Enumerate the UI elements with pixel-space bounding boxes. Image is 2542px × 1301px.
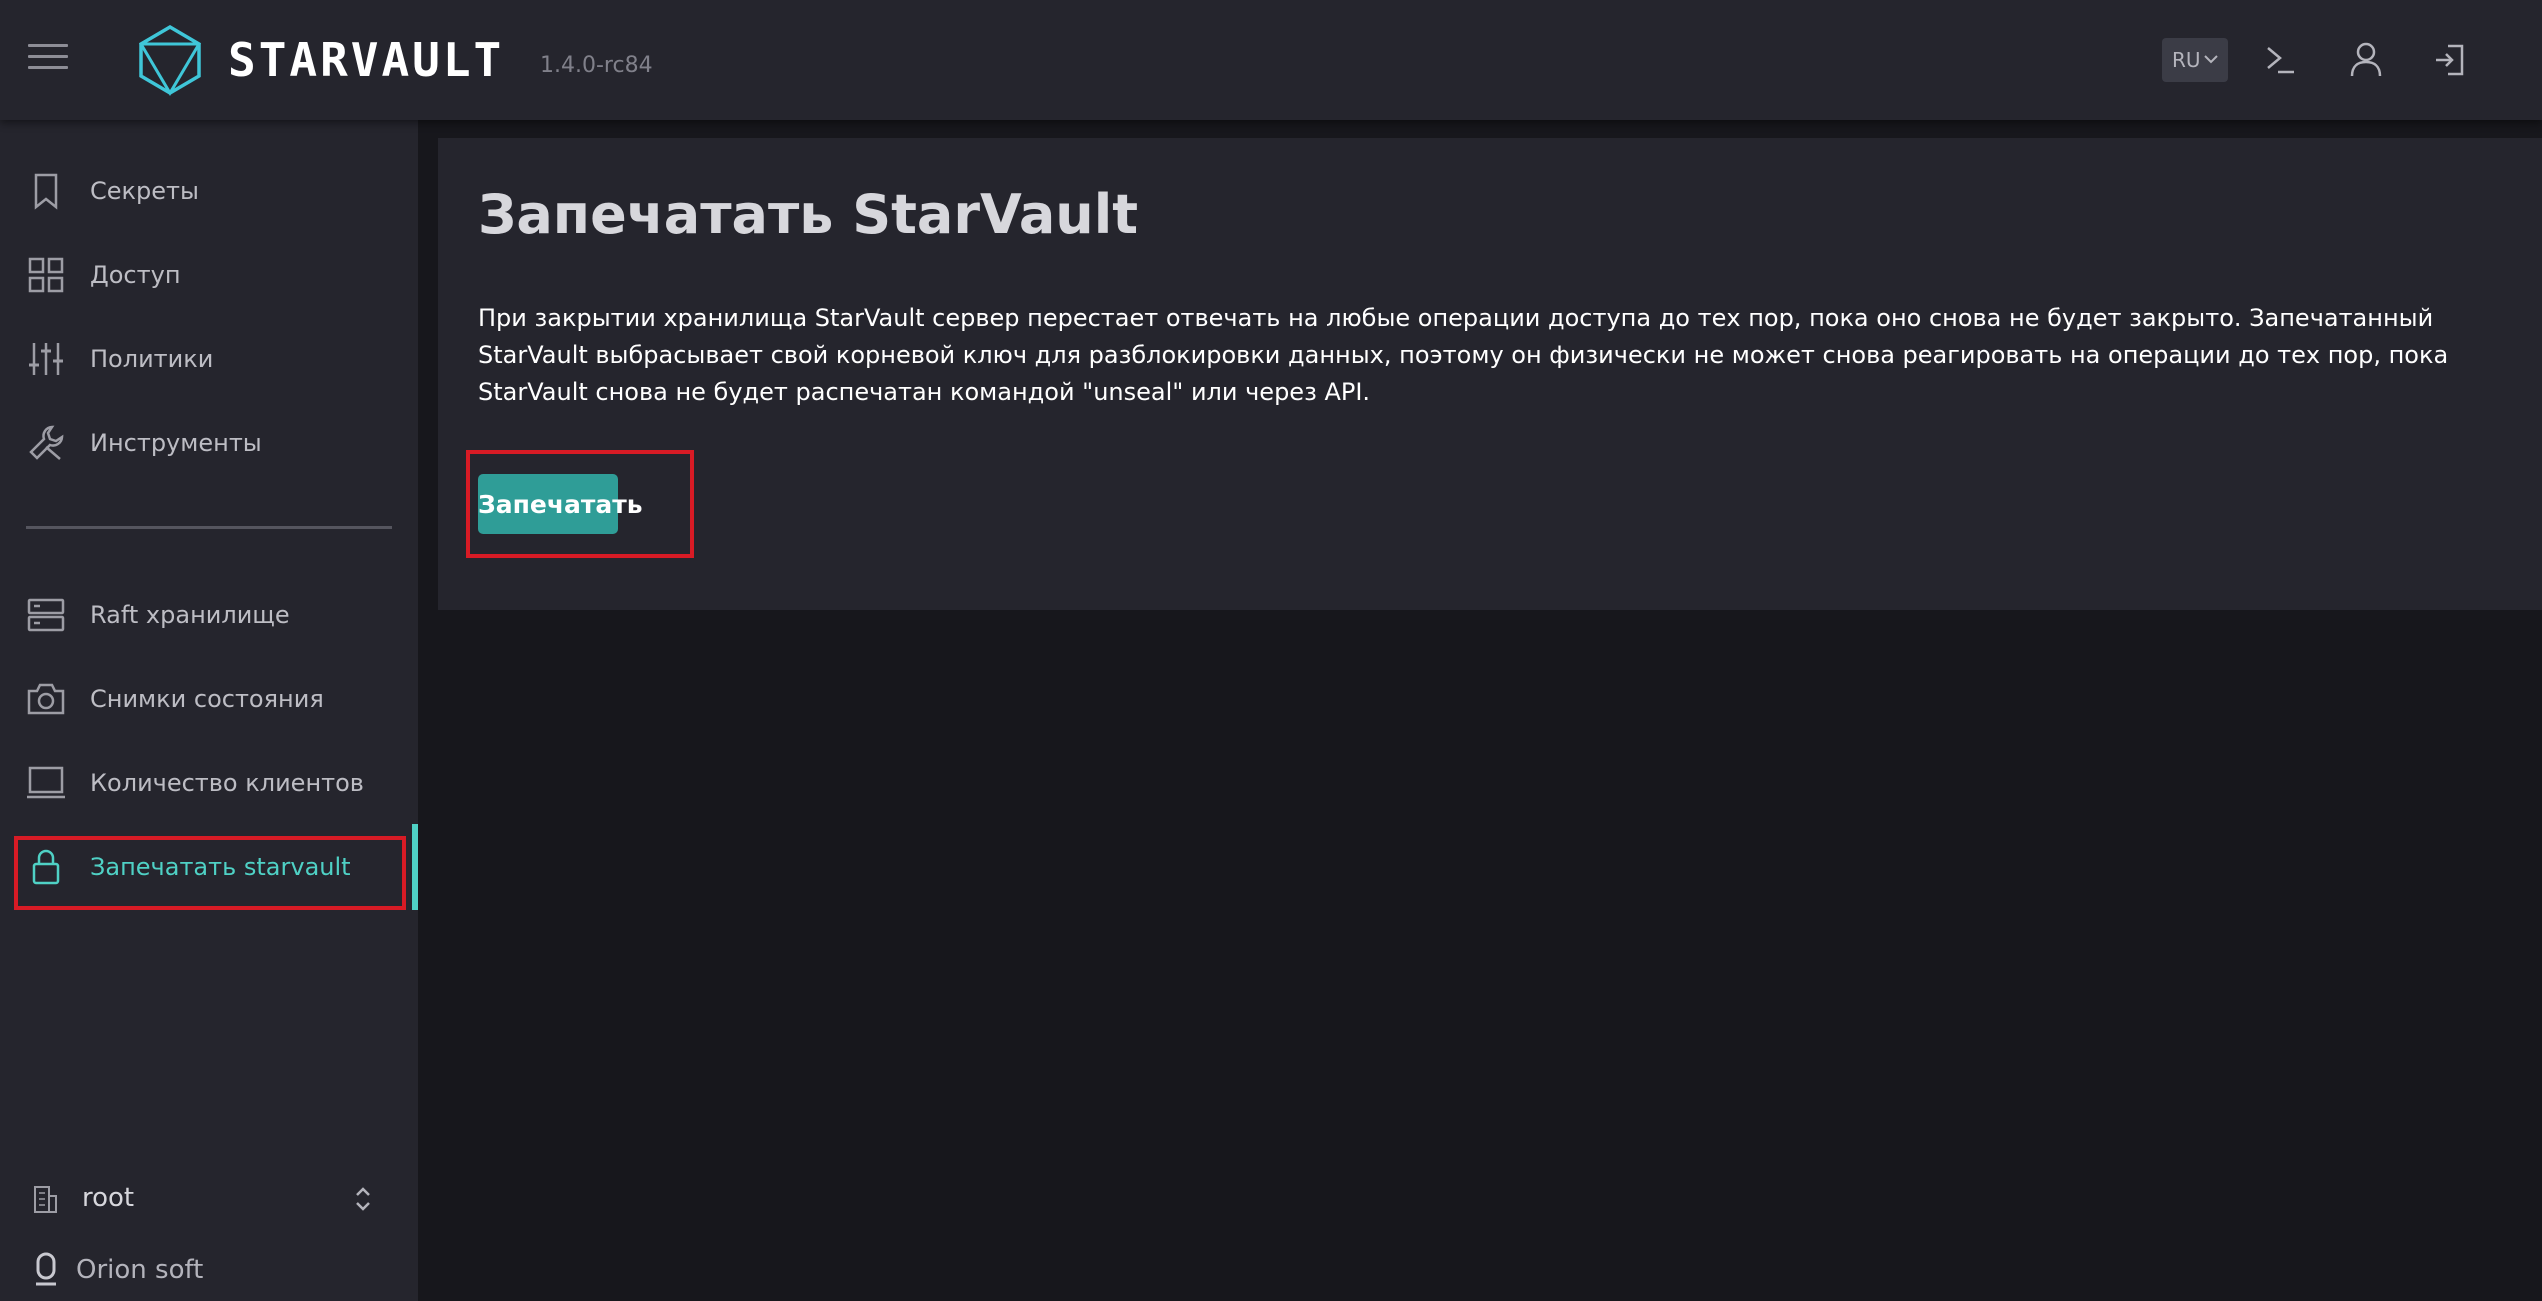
seal-panel: Запечатать StarVault При закрытии хранил…: [438, 138, 2542, 610]
vendor-brand: Orion soft: [0, 1242, 418, 1298]
building-icon: [34, 1186, 57, 1213]
monitor-icon: [27, 766, 65, 799]
namespace-picker[interactable]: root: [0, 1168, 418, 1228]
namespace-label: root: [82, 1183, 135, 1213]
sidebar-item-label: Raft хранилище: [90, 601, 290, 629]
sidebar-item-snapshots[interactable]: Снимки состояния: [0, 662, 418, 736]
seal-description: При закрытии хранилища StarVault сервер …: [478, 304, 2449, 406]
user-icon[interactable]: [2344, 38, 2388, 82]
sidebar-item-access[interactable]: Доступ: [0, 238, 418, 312]
terminal-icon[interactable]: [2260, 38, 2304, 82]
seal-button[interactable]: Запечатать: [478, 474, 643, 534]
sidebar-item-label: Снимки состояния: [90, 685, 324, 713]
grid-icon: [28, 257, 64, 293]
brand-label: Orion soft: [76, 1255, 204, 1285]
sliders-icon: [29, 343, 63, 375]
server-icon: [27, 598, 65, 632]
active-indicator: [412, 824, 418, 910]
top-header: STARVAULT 1.4.0-rc84 RU: [0, 0, 2542, 120]
bookmark-icon: [34, 173, 58, 210]
sidebar-item-label: Инструменты: [90, 429, 262, 457]
language-value: RU: [2172, 48, 2201, 72]
sidebar-item-label: Количество клиентов: [90, 769, 364, 797]
logout-icon[interactable]: [2428, 38, 2472, 82]
sidebar-item-label: Запечатать starvault: [90, 853, 351, 881]
menu-icon[interactable]: [28, 44, 68, 76]
camera-icon: [27, 683, 65, 715]
chevron-down-icon: [2204, 55, 2218, 64]
language-select[interactable]: RU: [2162, 38, 2228, 82]
version-label: 1.4.0-rc84: [540, 53, 653, 78]
sidebar-item-label: Доступ: [90, 261, 181, 289]
sidebar-item-secrets[interactable]: Секреты: [0, 154, 418, 228]
sidebar-item-raft-storage[interactable]: Raft хранилище: [0, 578, 418, 652]
sidebar-divider: [26, 526, 392, 529]
page-title: Запечатать StarVault: [478, 183, 1139, 246]
sidebar-item-label: Политики: [90, 345, 214, 373]
chevron-up-down-icon: [356, 1187, 370, 1211]
sidebar-item-client-count[interactable]: Количество клиентов: [0, 746, 418, 820]
sidebar-item-seal-starvault[interactable]: Запечатать starvault: [0, 824, 418, 910]
tools-icon: [29, 425, 64, 460]
sidebar-item-tools[interactable]: Инструменты: [0, 406, 418, 480]
sidebar-item-label: Секреты: [90, 177, 199, 205]
starvault-logo[interactable]: [138, 24, 202, 96]
sidebar-item-policies[interactable]: Политики: [0, 322, 418, 396]
sidebar: Секреты Доступ Политики Инструменты Raft…: [0, 120, 418, 1301]
orion-soft-logo: [36, 1252, 56, 1286]
lock-icon: [32, 849, 60, 885]
app-name: STARVAULT: [228, 33, 505, 87]
